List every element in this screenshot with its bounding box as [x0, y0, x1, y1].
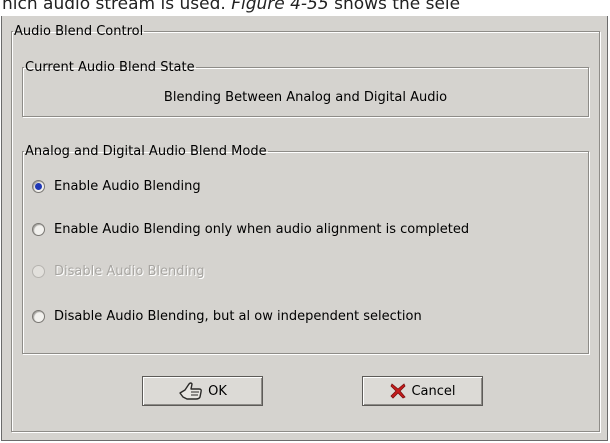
cancel-button[interactable]: Cancel: [362, 376, 483, 406]
radio-label: Disable Audio Blending: [54, 263, 205, 279]
radio-label: Enable Audio Blending: [54, 178, 201, 194]
cancel-label: Cancel: [411, 383, 456, 399]
current-state-title: Current Audio Blend State: [25, 60, 195, 75]
audio-blend-dialog: Audio Blend Control Current Audio Blend …: [1, 16, 608, 441]
radio-disable-blending: Disable Audio Blending: [32, 261, 205, 281]
figure-reference: Figure 4-55: [231, 0, 329, 14]
radio-button-disabled: [32, 264, 45, 278]
ok-button[interactable]: OK: [142, 376, 263, 406]
document-text-suffix: shows the sele: [328, 0, 461, 14]
current-state-value: Blending Between Analog and Digital Audi…: [163, 90, 448, 105]
radio-enable-after-alignment[interactable]: Enable Audio Blending only when audio al…: [32, 219, 469, 239]
radio-label: Disable Audio Blending, but al ow indepe…: [54, 308, 422, 324]
radio-button-selected[interactable]: [32, 179, 45, 193]
radio-button[interactable]: [32, 309, 45, 323]
document-text-prefix: hich audio stream is used.: [2, 0, 232, 14]
radio-button[interactable]: [32, 222, 45, 236]
red-x-icon: [389, 382, 407, 400]
blend-mode-title: Analog and Digital Audio Blend Mode: [25, 144, 267, 159]
thumbs-up-icon: [178, 381, 204, 401]
ok-label: OK: [208, 383, 227, 399]
radio-label: Enable Audio Blending only when audio al…: [54, 221, 470, 237]
radio-enable-blending[interactable]: Enable Audio Blending: [32, 176, 201, 196]
audio-blend-control-title: Audio Blend Control: [14, 24, 144, 39]
radio-disable-independent[interactable]: Disable Audio Blending, but al ow indepe…: [32, 306, 422, 326]
document-text-line: hich audio stream is used. Figure 4-55 s…: [0, 0, 610, 16]
current-state-group: Current Audio Blend State: [22, 60, 589, 117]
